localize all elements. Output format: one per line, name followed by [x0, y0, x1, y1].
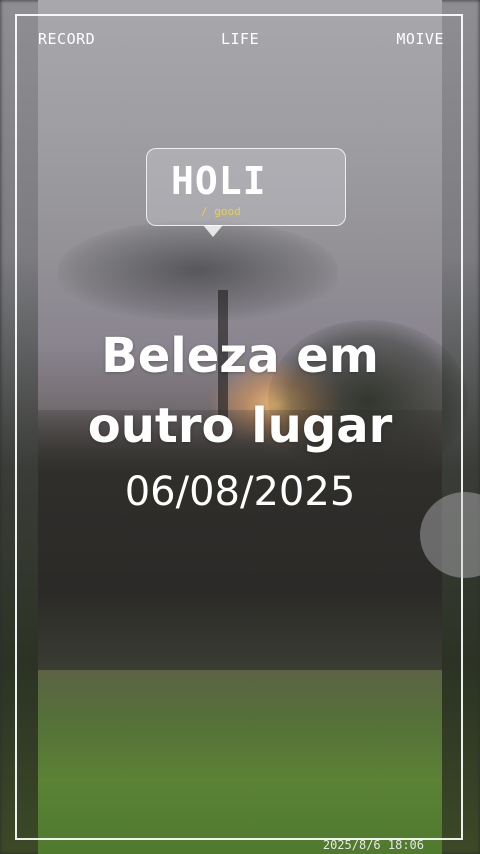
moive-label: MOIVE — [396, 30, 444, 48]
life-label: LIFE — [221, 30, 260, 48]
headline-line-1: Beleza em — [101, 328, 379, 384]
speech-bubble: HOLI / good — [146, 148, 346, 237]
headline-date: 06/08/2025 — [124, 469, 356, 515]
bubble-title: HOLI — [171, 159, 267, 203]
photo-scene: RECORD LIFE MOIVE HOLI / good Beleza em … — [0, 0, 480, 854]
headline-line-2: outro lugar — [87, 398, 393, 454]
bubble-tail — [203, 225, 223, 237]
photo-timestamp: 2025/8/6 18:06 — [322, 838, 424, 852]
bubble-subtitle: / good — [201, 205, 241, 218]
record-label: RECORD — [38, 30, 96, 48]
